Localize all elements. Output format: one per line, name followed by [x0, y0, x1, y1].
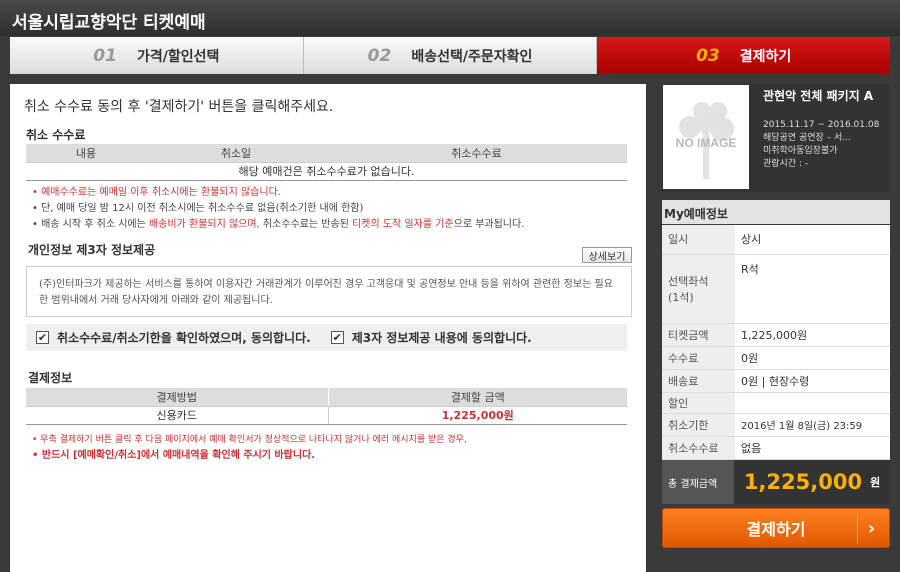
product-info: 관현악 전체 패키지 A 2015.11.17 ~ 2016.01.08 해당공…: [763, 90, 879, 171]
my-info-title: My예매정보: [662, 200, 890, 224]
col-header: 결제할 금액: [328, 388, 627, 407]
product-date: 2015.11.17 ~ 2016.01.08: [763, 120, 880, 130]
info-label: 취소기한: [662, 413, 735, 437]
svg-text:NO IMAGE: NO IMAGE: [676, 136, 737, 150]
step-payment: 03 결제하기: [597, 37, 891, 74]
payment-method: 신용카드: [26, 406, 329, 425]
info-value: 2016년 1월 8일(금) 23:59: [735, 413, 890, 437]
info-value: 0원 | 현장수령: [735, 369, 890, 393]
agree-third-party-label: 제3자 정보제공 내용에 동의합니다.: [351, 331, 532, 345]
agree-cancel-label: 취소수수료/취소기한을 확인하였으며, 동의합니다.: [57, 331, 311, 345]
no-image-icon: NO IMAGE: [676, 102, 737, 179]
total-label: 총 결제금액: [662, 460, 734, 504]
note-item: 예매수수료는 예매일 이후 취소시에는 환불되지 않습니다.: [32, 185, 524, 201]
info-label: 선택좌석 (1석): [662, 254, 735, 324]
privacy-text: (주)인터파크가 제공하는 서비스를 통하여 이용자간 거래관계가 이루어진 경…: [26, 266, 632, 317]
step-label: 가격/할인선택: [136, 48, 220, 65]
app-title: 서울시립교향악단 티켓예매: [0, 0, 900, 36]
cancel-fee-title: 취소 수수료: [26, 128, 86, 142]
privacy-title: 개인정보 제3자 정보제공: [28, 243, 156, 257]
info-label: 배송료: [662, 369, 735, 393]
note-item-emphasis: 반드시 [예매확인/취소]에서 예매내역을 확인해 주시기 바랍니다.: [32, 448, 467, 464]
product-title: 관현악 전체 패키지 A: [763, 89, 874, 103]
agree-bar: ✔ 취소수수료/취소기한을 확인하였으며, 동의합니다. ✔ 제3자 정보제공 …: [26, 324, 627, 351]
info-value: 없음: [735, 436, 890, 460]
product-image: NO IMAGE: [663, 85, 749, 189]
instruction-text: 취소 수수료 동의 후 '결제하기' 버튼을 클릭해주세요.: [24, 99, 334, 115]
step-number: 02: [367, 45, 392, 66]
step-nav: 01 가격/할인선택 02 배송선택/주문자확인 03 결제하기: [10, 37, 891, 74]
note-item: 단, 예매 당일 밤 12시 이전 취소시에는 취소수수료 없음(취소기한 내에…: [32, 201, 524, 217]
chevron-right-icon: ›: [857, 513, 885, 543]
product-age: 미취학아동입장불가: [763, 146, 838, 156]
agree-third-party-checkbox[interactable]: ✔: [330, 331, 344, 344]
cancel-notes: 예매수수료는 예매일 이후 취소시에는 환불되지 않습니다. 단, 예매 당일 …: [32, 185, 524, 233]
main-panel: 취소 수수료 동의 후 '결제하기' 버튼을 클릭해주세요. 취소 수수료 내용…: [10, 84, 646, 572]
info-label: 취소수수료: [662, 436, 735, 460]
payment-notes: 우측 결제하기 버튼 클릭 후 다음 페이지에서 예매 확인서가 정상적으로 나…: [32, 432, 467, 464]
info-label: 할인: [662, 392, 735, 414]
step-price-discount: 01 가격/할인선택: [10, 37, 304, 74]
step-label: 배송선택/주문자확인: [411, 48, 533, 65]
info-value: 1,225,000원: [735, 323, 890, 347]
info-value: 상시: [735, 225, 890, 255]
note-item: 배송 시작 후 취소 시에는 배송비가 환불되지 않으며, 취소수수료는 반송된…: [32, 217, 524, 233]
total-amount: 총 결제금액 1,225,000 원: [662, 460, 890, 504]
detail-view-button[interactable]: 상세보기: [582, 247, 632, 263]
note-item: 우측 결제하기 버튼 클릭 후 다음 페이지에서 예매 확인서가 정상적으로 나…: [32, 432, 467, 448]
col-header: 내용: [26, 144, 146, 163]
info-label: 수수료: [662, 346, 735, 370]
pay-button-label: 결제하기: [746, 520, 806, 539]
payment-table: 결제방법 결제할 금액 신용카드 1,225,000원: [26, 388, 627, 425]
product-runtime: 관람시간 : -: [763, 159, 809, 169]
agree-third-party[interactable]: ✔ 제3자 정보제공 내용에 동의합니다.: [330, 329, 532, 346]
info-value: R석: [735, 254, 890, 324]
cancel-fee-table: 내용 취소일 취소수수료 해당 예매건은 취소수수료가 없습니다.: [26, 144, 627, 181]
agree-cancel-fee[interactable]: ✔ 취소수수료/취소기한을 확인하였으며, 동의합니다.: [36, 329, 311, 346]
info-label: 티켓금액: [662, 323, 735, 347]
col-header: 취소일: [146, 144, 326, 163]
agree-cancel-checkbox[interactable]: ✔: [36, 331, 49, 344]
product-venue: 해당공연 공연장 – 서...: [763, 133, 851, 143]
info-value: 0원: [735, 346, 890, 370]
empty-message: 해당 예매건은 취소수수료가 없습니다.: [26, 162, 627, 181]
payment-title: 결제정보: [28, 371, 73, 385]
info-value: [735, 392, 890, 414]
my-info-table: 일시 상시 선택좌석 (1석) R석 티켓금액 1,225,000원 수수료 0원 배송…: [662, 225, 890, 460]
col-header: 취소수수료: [326, 144, 627, 163]
step-label: 결제하기: [739, 48, 792, 65]
step-number: 03: [696, 45, 720, 66]
info-label: 일시: [662, 225, 735, 255]
pay-button[interactable]: 결제하기 ›: [662, 508, 890, 548]
step-delivery: 02 배송선택/주문자확인: [303, 37, 598, 74]
total-value: 1,225,000 원: [734, 460, 890, 504]
payment-amount: 1,225,000원: [328, 406, 627, 425]
product-card: NO IMAGE 관현악 전체 패키지 A 2015.11.17 ~ 2016.…: [662, 84, 890, 192]
step-number: 01: [93, 45, 117, 66]
col-header: 결제방법: [26, 388, 329, 407]
